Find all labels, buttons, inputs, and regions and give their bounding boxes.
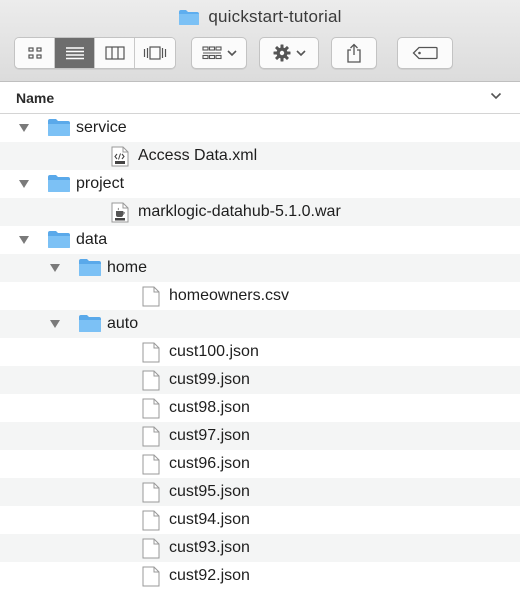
- folder-row[interactable]: project: [0, 170, 520, 198]
- title-bar: quickstart-tutorial: [0, 0, 520, 34]
- file-list: service Access Data.xml project marklogic-d…: [0, 114, 520, 600]
- item-name: homeowners.csv: [169, 287, 290, 304]
- folder-row[interactable]: service: [0, 114, 520, 142]
- item-name: cust94.json: [169, 511, 250, 528]
- column-view-icon: [104, 46, 125, 60]
- tags-button[interactable]: [397, 37, 453, 69]
- item-name: data: [76, 231, 108, 248]
- document-icon: [142, 398, 160, 419]
- window-title: quickstart-tutorial: [208, 7, 342, 26]
- disclosure-triangle-icon[interactable]: [18, 123, 30, 133]
- group-by-icon: [201, 46, 222, 60]
- window-toolbar: quickstart-tutorial: [0, 0, 520, 82]
- gear-icon: [273, 44, 290, 62]
- list-view-button[interactable]: [55, 38, 95, 68]
- chevron-down-icon: [295, 49, 306, 56]
- cover-flow-view-button[interactable]: [135, 38, 175, 68]
- cover-flow-view-icon: [143, 46, 167, 60]
- document-icon: [142, 538, 160, 559]
- folder-icon: [48, 175, 70, 192]
- jar-file-icon: [111, 202, 129, 223]
- file-row[interactable]: cust98.json: [0, 394, 520, 422]
- icon-view-button[interactable]: [15, 38, 55, 68]
- folder-icon: [48, 231, 70, 248]
- group-by-button[interactable]: [191, 37, 247, 69]
- list-view-icon: [65, 47, 84, 60]
- item-name: cust96.json: [169, 455, 250, 472]
- toolbar: [0, 37, 520, 71]
- file-row[interactable]: homeowners.csv: [0, 282, 520, 310]
- item-name: auto: [107, 315, 139, 332]
- item-name: service: [76, 119, 127, 136]
- item-name: cust98.json: [169, 399, 250, 416]
- file-row[interactable]: cust99.json: [0, 366, 520, 394]
- item-name: cust99.json: [169, 371, 250, 388]
- file-row[interactable]: cust97.json: [0, 422, 520, 450]
- chevron-down-icon[interactable]: [490, 92, 502, 100]
- name-column-header[interactable]: Name: [16, 90, 54, 106]
- share-button[interactable]: [331, 37, 377, 69]
- document-icon: [142, 454, 160, 475]
- chevron-down-icon: [226, 49, 237, 56]
- file-row[interactable]: cust94.json: [0, 506, 520, 534]
- disclosure-triangle-icon[interactable]: [18, 235, 30, 245]
- item-name: cust92.json: [169, 567, 250, 584]
- folder-row[interactable]: auto: [0, 310, 520, 338]
- file-row[interactable]: cust92.json: [0, 562, 520, 590]
- item-name: cust95.json: [169, 483, 250, 500]
- document-icon: [142, 370, 160, 391]
- share-icon: [347, 43, 361, 63]
- item-name: cust100.json: [169, 343, 259, 360]
- item-name: Access Data.xml: [138, 147, 258, 164]
- column-view-button[interactable]: [95, 38, 135, 68]
- document-icon: [142, 342, 160, 363]
- document-icon: [142, 286, 160, 307]
- item-name: marklogic-datahub-5.1.0.war: [138, 203, 341, 220]
- folder-row[interactable]: home: [0, 254, 520, 282]
- disclosure-triangle-icon[interactable]: [49, 263, 61, 273]
- xml-file-icon: [111, 146, 129, 167]
- disclosure-triangle-icon[interactable]: [49, 319, 61, 329]
- item-name: cust93.json: [169, 539, 250, 556]
- item-name: project: [76, 175, 125, 192]
- disclosure-triangle-icon[interactable]: [18, 179, 30, 189]
- item-name: home: [107, 259, 148, 276]
- folder-row[interactable]: data: [0, 226, 520, 254]
- file-row[interactable]: marklogic-datahub-5.1.0.war: [0, 198, 520, 226]
- column-header-row: Name: [0, 82, 520, 114]
- document-icon: [142, 510, 160, 531]
- document-icon: [142, 482, 160, 503]
- file-row[interactable]: cust96.json: [0, 450, 520, 478]
- file-row[interactable]: cust93.json: [0, 534, 520, 562]
- icon-view-icon: [27, 47, 42, 59]
- file-row[interactable]: Access Data.xml: [0, 142, 520, 170]
- folder-icon: [179, 9, 200, 25]
- folder-icon: [48, 119, 70, 136]
- document-icon: [142, 426, 160, 447]
- file-row[interactable]: cust95.json: [0, 478, 520, 506]
- folder-icon: [79, 315, 101, 332]
- document-icon: [142, 566, 160, 587]
- view-mode-selector: [14, 37, 176, 69]
- file-row[interactable]: cust100.json: [0, 338, 520, 366]
- action-menu-button[interactable]: [259, 37, 319, 69]
- tag-icon: [412, 46, 438, 60]
- folder-icon: [79, 259, 101, 276]
- item-name: cust97.json: [169, 427, 250, 444]
